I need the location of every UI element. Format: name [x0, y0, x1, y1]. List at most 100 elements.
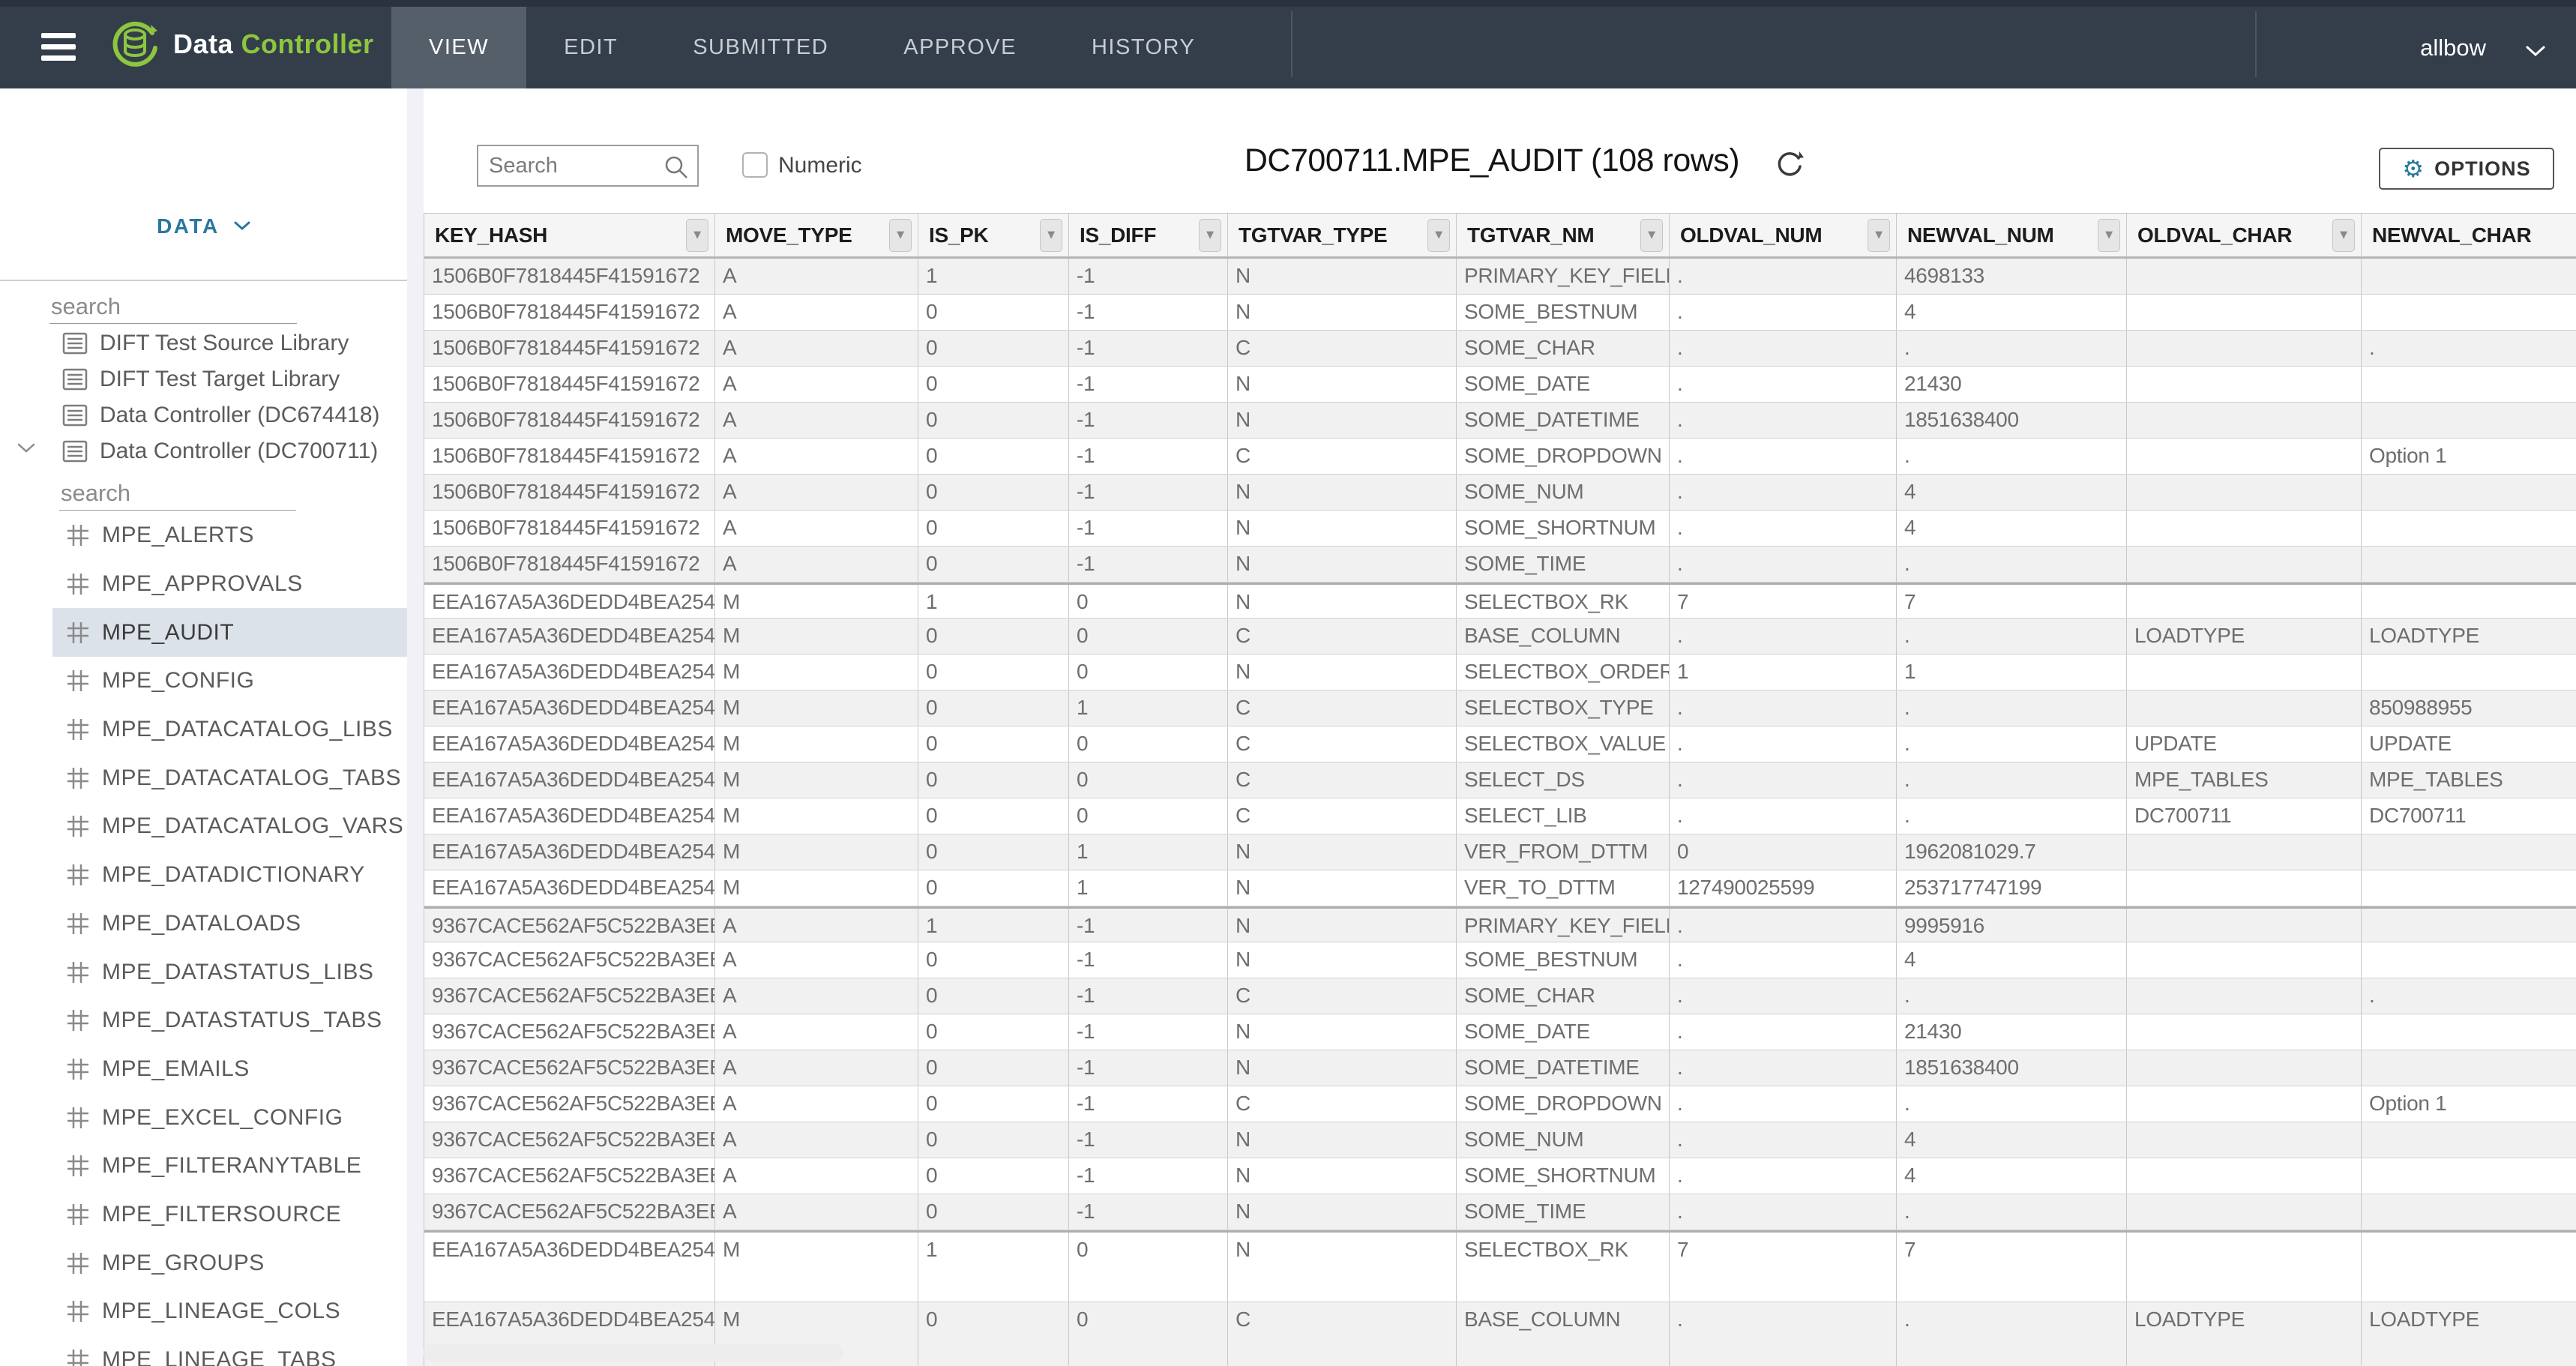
sidebar-table-item[interactable]: MPE_CONFIG — [52, 657, 407, 705]
grid-cell-oldval_char — [2127, 870, 2362, 906]
library-icon — [62, 332, 88, 355]
sidebar-table-item[interactable]: MPE_FILTERSOURCE — [52, 1191, 407, 1239]
tab-edit[interactable]: EDIT — [526, 7, 655, 88]
column-filter-button[interactable]: ▼ — [2098, 219, 2120, 252]
sidebar-table-item[interactable]: MPE_DATALOADS — [52, 900, 407, 948]
table-label: MPE_APPROVALS — [102, 571, 303, 597]
column-header-oldval_char[interactable]: OLDVAL_CHAR▼ — [2127, 214, 2362, 256]
sidebar-table-item[interactable]: MPE_DATACATALOG_TABS — [52, 753, 407, 802]
user-menu[interactable]: allbow — [2420, 7, 2576, 88]
grid-cell-key_hash: EEA167A5A36DEDD4BEA2543 — [424, 1233, 715, 1302]
grid-cell-oldval_char — [2127, 585, 2362, 618]
grid-cell-tgtvar_type: C — [1228, 1302, 1457, 1366]
grid-row: EEA167A5A36DEDD4BEA2543M01CSELECTBOX_TYP… — [424, 690, 2576, 726]
column-header-oldval_num[interactable]: OLDVAL_NUM▼ — [1670, 214, 1897, 256]
sidebar-table-item[interactable]: MPE_LINEAGE_COLS — [52, 1287, 407, 1336]
sidebar-table-item[interactable]: MPE_GROUPS — [52, 1239, 407, 1287]
column-header-newval_num[interactable]: NEWVAL_NUM▼ — [1897, 214, 2127, 256]
table-label: MPE_FILTERANYTABLE — [102, 1153, 361, 1179]
sidebar-table-item[interactable]: MPE_EMAILS — [52, 1045, 407, 1094]
grid-cell-is_pk: 0 — [918, 295, 1069, 330]
grid-cell-oldval_num: . — [1670, 798, 1897, 834]
column-filter-button[interactable]: ▼ — [889, 219, 912, 252]
column-filter-button[interactable]: ▼ — [686, 219, 708, 252]
column-header-is_diff[interactable]: IS_DIFF▼ — [1069, 214, 1228, 256]
grid-cell-tgtvar_type: C — [1228, 439, 1457, 474]
grid-cell-is_pk: 0 — [918, 1050, 1069, 1086]
table-search-input[interactable] — [59, 476, 296, 511]
grid-cell-tgtvar_nm: SOME_DATETIME — [1457, 1050, 1670, 1086]
tab-view[interactable]: VIEW — [391, 7, 526, 88]
column-filter-button[interactable]: ▼ — [1199, 219, 1221, 252]
column-filter-button[interactable]: ▼ — [1427, 219, 1450, 252]
sidebar-data-menu[interactable]: DATA — [0, 214, 407, 238]
grid-row: 9367CACE562AF5C522BA3EEA0-1NSOME_NUM.4 — [424, 1122, 2576, 1158]
tab-approve[interactable]: APPROVE — [866, 7, 1054, 88]
grid-cell-key_hash: 9367CACE562AF5C522BA3EE — [424, 1122, 715, 1158]
horizontal-scrollbar[interactable] — [424, 1344, 843, 1362]
column-filter-button[interactable]: ▼ — [1640, 219, 1663, 252]
grid-cell-oldval_num: . — [1670, 726, 1897, 762]
column-filter-button[interactable]: ▼ — [1040, 219, 1062, 252]
sidebar-library-item[interactable]: Data Controller (DC700711) — [0, 433, 407, 469]
column-header-is_pk[interactable]: IS_PK▼ — [918, 214, 1069, 256]
grid-header-row: KEY_HASH▼MOVE_TYPE▼IS_PK▼IS_DIFF▼TGTVAR_… — [424, 214, 2576, 259]
grid-cell-tgtvar_type: N — [1228, 547, 1457, 582]
sidebar-table-item[interactable]: MPE_APPROVALS — [52, 560, 407, 609]
sidebar-scrollbar[interactable] — [407, 88, 424, 1366]
column-header-newval_char[interactable]: NEWVAL_CHAR▼ — [2362, 214, 2576, 256]
grid-cell-tgtvar_type: N — [1228, 1050, 1457, 1086]
table-label: MPE_DATADICTIONARY — [102, 862, 365, 888]
column-header-key_hash[interactable]: KEY_HASH▼ — [424, 214, 715, 256]
grid-search-input[interactable] — [477, 145, 699, 187]
column-filter-button[interactable]: ▼ — [2332, 219, 2355, 252]
library-search-input[interactable] — [49, 289, 297, 324]
grid-row: EEA167A5A36DEDD4BEA2543M10NSELECTBOX_RK7… — [424, 1230, 2576, 1302]
table-icon — [66, 1106, 90, 1130]
grid-cell-key_hash: EEA167A5A36DEDD4BEA2543 — [424, 798, 715, 834]
sidebar-table-item[interactable]: MPE_LINEAGE_TABS — [52, 1336, 407, 1366]
chevron-down-icon — [2525, 44, 2546, 58]
grid-cell-newval_num: . — [1897, 439, 2127, 474]
grid-cell-is_pk: 0 — [918, 403, 1069, 438]
sidebar-table-item[interactable]: MPE_EXCEL_CONFIG — [52, 1093, 407, 1142]
grid-cell-move_type: A — [715, 1194, 918, 1230]
column-header-tgtvar_nm[interactable]: TGTVAR_NM▼ — [1457, 214, 1670, 256]
tab-history[interactable]: HISTORY — [1054, 7, 1233, 88]
sidebar-library-item[interactable]: DIFT Test Source Library — [0, 325, 407, 361]
grid-cell-is_pk: 1 — [918, 259, 1069, 294]
grid-row: 9367CACE562AF5C522BA3EEA0-1NSOME_BESTNUM… — [424, 942, 2576, 978]
sidebar-table-item[interactable]: MPE_DATACATALOG_VARS — [52, 802, 407, 851]
sidebar-table-item[interactable]: MPE_FILTERANYTABLE — [52, 1142, 407, 1191]
hamburger-menu-icon[interactable] — [41, 33, 76, 64]
numeric-checkbox-label: Numeric — [778, 153, 862, 178]
grid-row: 1506B0F7818445F41591672A0-1CSOME_CHAR... — [424, 331, 2576, 367]
chevron-down-icon[interactable] — [16, 442, 36, 454]
refresh-icon[interactable] — [1773, 148, 1806, 181]
tab-submitted[interactable]: SUBMITTED — [655, 7, 866, 88]
grid-row: 9367CACE562AF5C522BA3EEA1-1NPRIMARY_KEY_… — [424, 906, 2576, 942]
user-divider — [2255, 11, 2257, 77]
numeric-checkbox[interactable] — [742, 152, 768, 178]
grid-cell-tgtvar_type: N — [1228, 870, 1457, 906]
grid-cell-newval_char — [2362, 909, 2576, 942]
sidebar-library-item[interactable]: DIFT Test Target Library — [0, 361, 407, 397]
column-filter-button[interactable]: ▼ — [1868, 219, 1890, 252]
options-button[interactable]: ⚙ OPTIONS — [2379, 148, 2554, 190]
sidebar-table-item[interactable]: MPE_DATADICTIONARY — [52, 851, 407, 900]
grid-cell-tgtvar_nm: SOME_SHORTNUM — [1457, 511, 1670, 546]
sidebar-table-item[interactable]: MPE_AUDIT — [52, 608, 407, 657]
grid-cell-tgtvar_type: C — [1228, 726, 1457, 762]
grid-cell-move_type: M — [715, 585, 918, 618]
sidebar-table-item[interactable]: MPE_DATASTATUS_LIBS — [52, 948, 407, 996]
column-header-move_type[interactable]: MOVE_TYPE▼ — [715, 214, 918, 256]
sidebar-table-item[interactable]: MPE_DATASTATUS_TABS — [52, 996, 407, 1045]
grid-cell-newval_char — [2362, 547, 2576, 582]
grid-cell-is_diff: 1 — [1069, 870, 1228, 906]
sidebar-table-item[interactable]: MPE_ALERTS — [52, 511, 407, 560]
grid-cell-newval_char — [2362, 870, 2576, 906]
sidebar-library-item[interactable]: Data Controller (DC674418) — [0, 397, 407, 433]
grid-row: 1506B0F7818445F41591672A0-1NSOME_TIME.. — [424, 547, 2576, 583]
sidebar-table-item[interactable]: MPE_DATACATALOG_LIBS — [52, 705, 407, 754]
column-header-tgtvar_type[interactable]: TGTVAR_TYPE▼ — [1228, 214, 1457, 256]
